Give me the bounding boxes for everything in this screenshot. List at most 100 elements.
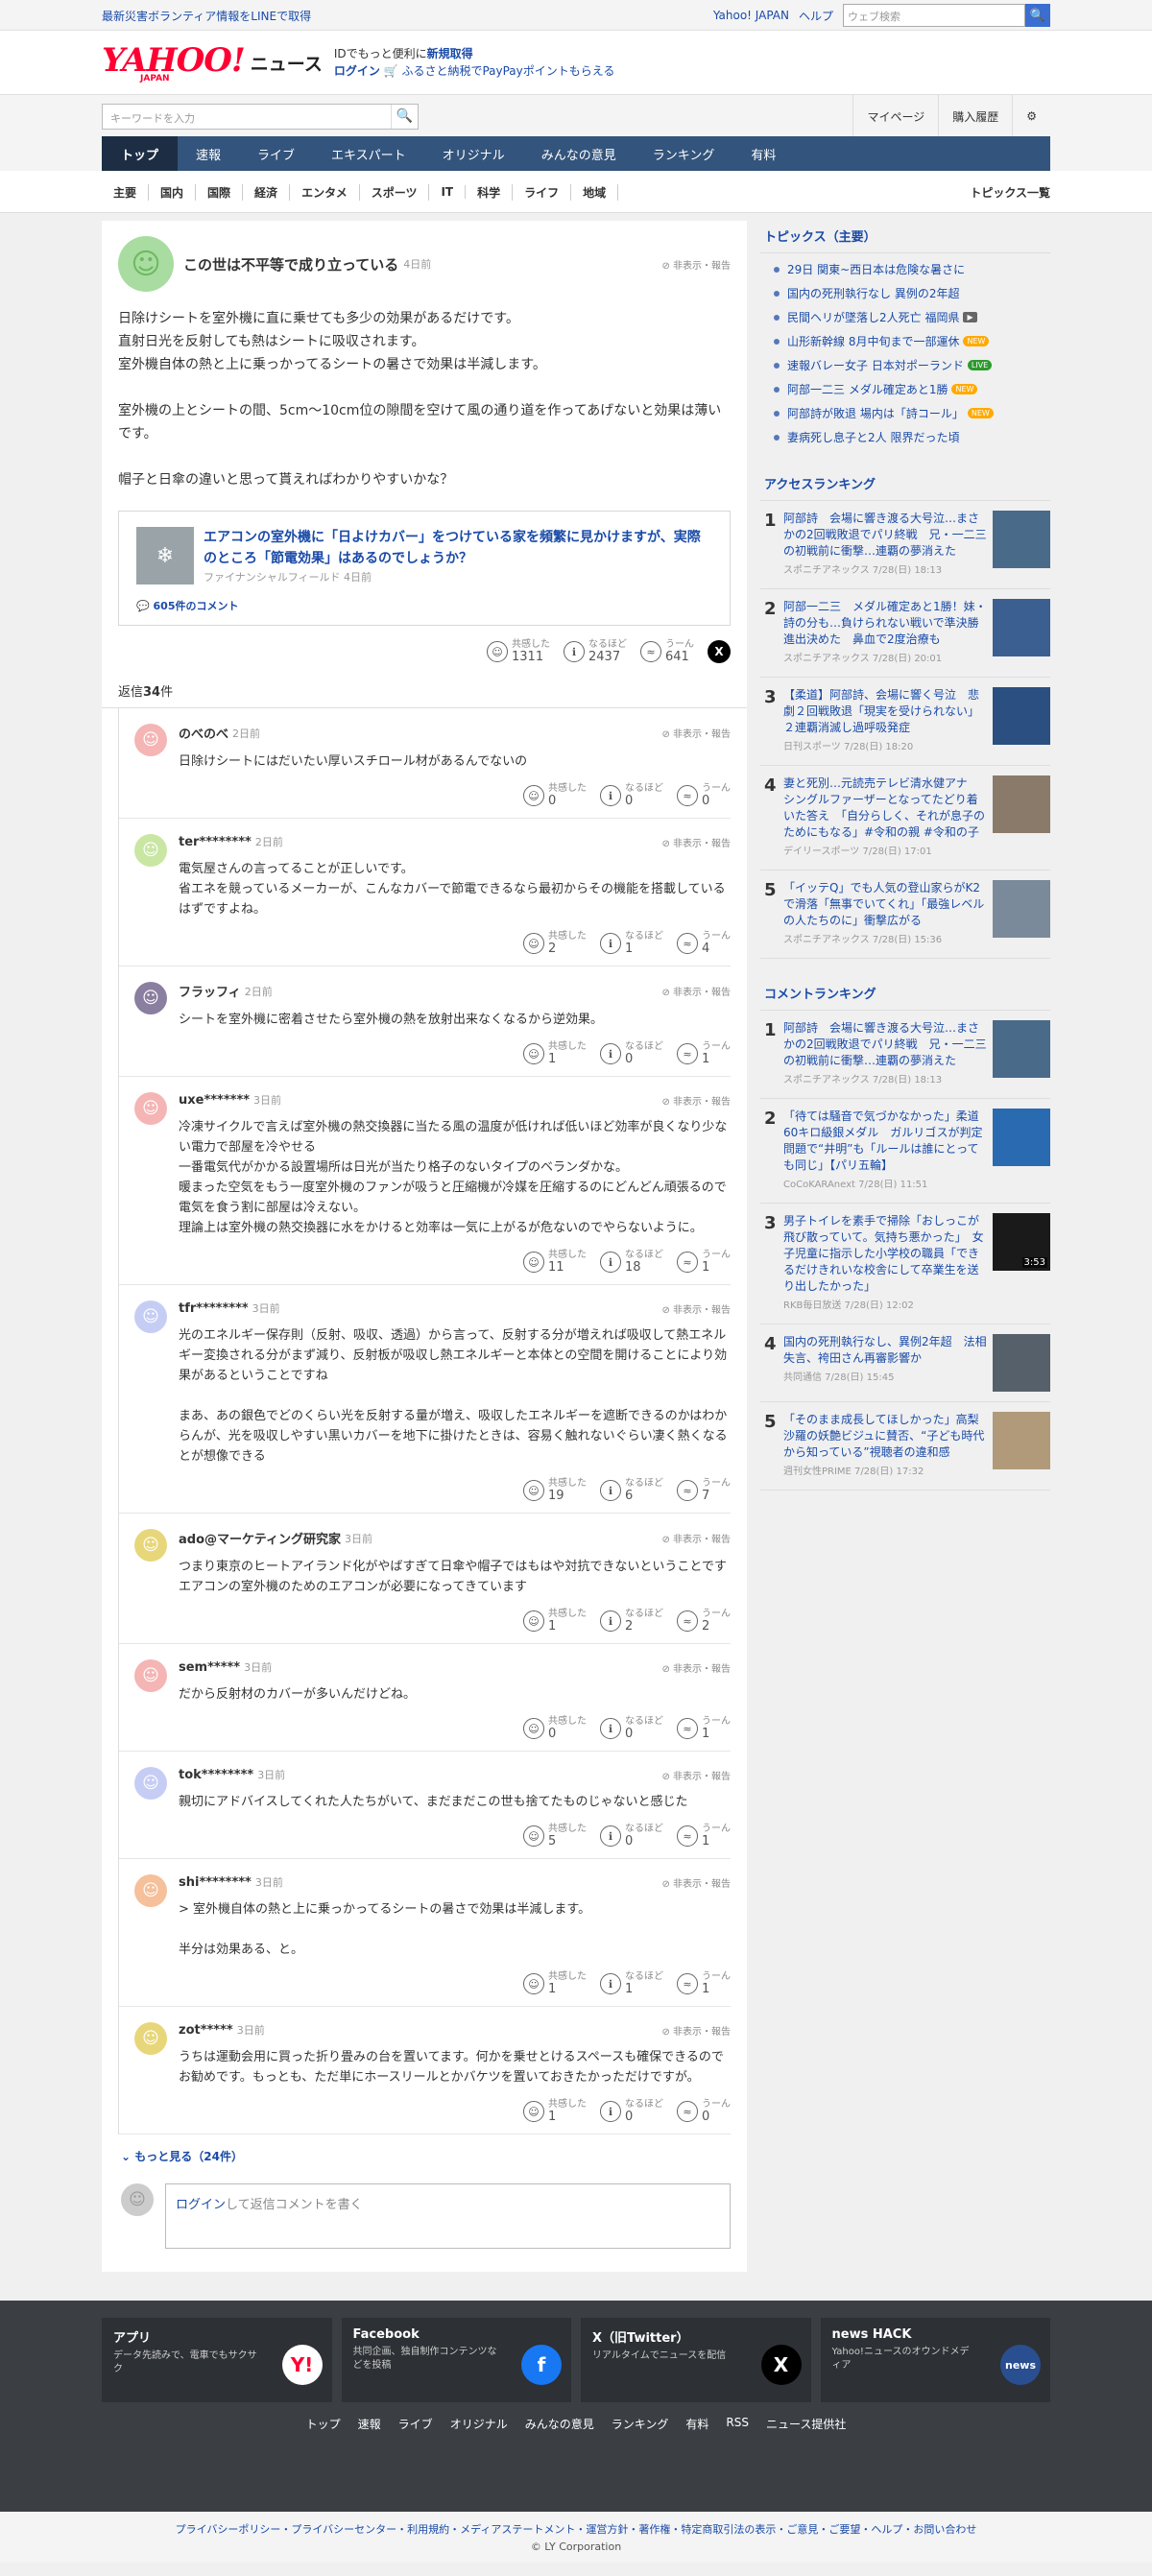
hide-report-link[interactable]: ⊘ 非表示・報告: [661, 835, 731, 849]
empathy-button[interactable]: ☺ 共感した 0: [523, 1716, 587, 1741]
access-ranking-title[interactable]: アクセスランキング: [760, 468, 1050, 501]
topic-item[interactable]: 29日 関東~西日本は危険な暑さに: [760, 257, 1050, 281]
furusato-link[interactable]: ふるさと納税でPayPayポイントもらえる: [401, 64, 614, 78]
naruhodo-button[interactable]: ℹ なるほど 2: [600, 1609, 663, 1634]
login-link[interactable]: ログイン: [334, 64, 380, 78]
ranking-item[interactable]: 4 妻と死別…元読売テレビ清水健アナ シングルファーザーとなってたどり着いた答え …: [760, 766, 1050, 871]
empathy-button[interactable]: ☺ 共感した 1: [523, 1971, 587, 1996]
category-9[interactable]: 地域: [571, 183, 619, 201]
category-8[interactable]: ライフ: [513, 183, 572, 201]
show-more-link[interactable]: ⌄ もっと見る（24件）: [102, 2135, 747, 2178]
gear-icon[interactable]: ⚙: [1012, 95, 1050, 137]
hide-report-link[interactable]: ⊘ 非表示・報告: [661, 1660, 731, 1675]
topic-item[interactable]: 山形新幹線 8月中旬まで一部運休 NEW: [760, 329, 1050, 353]
topics-list-link[interactable]: トピックス一覧: [970, 184, 1050, 201]
disaster-line-link[interactable]: 最新災害ボランティア情報をLINEで取得: [102, 8, 311, 24]
hmm-button[interactable]: ≈ うーん 2: [677, 1609, 731, 1634]
naruhodo-button[interactable]: ℹ なるほど 0: [600, 1824, 663, 1849]
hide-report-link[interactable]: ⊘ 非表示・報告: [661, 1875, 731, 1890]
footer-nav-link[interactable]: ニュース提供社: [766, 2416, 846, 2432]
footer-card[interactable]: Facebook 共同企画、独自制作コンテンツなどを投稿 f: [341, 2318, 571, 2402]
category-5[interactable]: スポーツ: [360, 183, 430, 201]
comment-ranking-title[interactable]: コメントランキング: [760, 978, 1050, 1011]
yahoo-logo[interactable]: YAHOO! JAPAN: [102, 41, 246, 83]
reply-author[interactable]: フラッフィ: [179, 982, 241, 1000]
naruhodo-button[interactable]: ℹ なるほど 0: [600, 2099, 663, 2124]
hmm-button[interactable]: ≈ うーん 641: [640, 639, 694, 664]
empathy-button[interactable]: ☺ 共感した 1311: [487, 639, 550, 664]
ranking-item[interactable]: 3 【柔道】阿部詩、会場に響く号泣 悲劇２回戦敗退「現実を受けられない」２連覇消滅…: [760, 678, 1050, 766]
ranking-item[interactable]: 5 「イッテQ」でも人気の登山家らがK2で滑落「無事でいてくれ」「最強レベルの人た…: [760, 871, 1050, 959]
reply-author[interactable]: tfr********: [179, 1301, 249, 1316]
tab-7[interactable]: 有料: [732, 136, 794, 171]
naruhodo-button[interactable]: ℹ なるほど 18: [600, 1250, 663, 1275]
legal-link-list[interactable]: プライバシーポリシー・プライバシーセンター・利用規約・メディアステートメント・運…: [0, 2521, 1152, 2537]
reply-author[interactable]: sem*****: [179, 1660, 240, 1675]
tab-3[interactable]: エキスパート: [313, 136, 424, 171]
topic-item[interactable]: 阿部詩が敗退 場内は「詩コール」 NEW: [760, 401, 1050, 425]
ranking-item[interactable]: 2 「待ては騒音で気づかなかった」柔道60キロ級銀メダル ガルリゴスが判定問題で“…: [760, 1099, 1050, 1204]
tab-0[interactable]: トップ: [102, 136, 179, 171]
hmm-button[interactable]: ≈ うーん 1: [677, 1041, 731, 1066]
ranking-item[interactable]: 3 男子トイレを素手で掃除「おしっこが飛び散っていて。気持ち悪かった」 女子児童に…: [760, 1204, 1050, 1324]
category-2[interactable]: 国際: [196, 183, 244, 201]
search-icon[interactable]: 🔍: [1025, 4, 1050, 27]
hmm-button[interactable]: ≈ うーん 7: [677, 1478, 731, 1503]
footer-card[interactable]: アプリ データ先読みで、電車でもサクサク Y!: [102, 2318, 332, 2402]
hide-report-link[interactable]: ⊘ 非表示・報告: [661, 726, 731, 740]
reply-author[interactable]: shi********: [179, 1875, 252, 1890]
category-1[interactable]: 国内: [149, 183, 197, 201]
hmm-button[interactable]: ≈ うーん 1: [677, 1250, 731, 1275]
web-search-input[interactable]: ウェブ検索: [843, 4, 1025, 27]
empathy-button[interactable]: ☺ 共感した 0: [523, 783, 587, 808]
topics-title[interactable]: トピックス（主要）: [760, 221, 1050, 253]
footer-nav-link[interactable]: トップ: [306, 2416, 341, 2432]
news-logo-label[interactable]: ニュース: [251, 50, 323, 76]
footer-nav-link[interactable]: RSS: [726, 2416, 749, 2432]
ranking-item[interactable]: 1 阿部詩 会場に響き渡る大号泣…まさかの2回戦敗退でパリ終戦 兄・一二三の初戦前…: [760, 501, 1050, 589]
empathy-button[interactable]: ☺ 共感した 1: [523, 1041, 587, 1066]
ranking-item[interactable]: 4 国内の死刑執行なし、異例2年超 法相失言、袴田さん再審影響か 共同通信 7/28…: [760, 1324, 1050, 1402]
naruhodo-button[interactable]: ℹ なるほど 0: [600, 783, 663, 808]
signup-link[interactable]: 新規取得: [427, 47, 473, 60]
hmm-button[interactable]: ≈ うーん 1: [677, 1716, 731, 1741]
help-link[interactable]: ヘルプ: [799, 8, 833, 24]
tab-4[interactable]: オリジナル: [424, 136, 523, 171]
hide-report-link[interactable]: ⊘ 非表示・報告: [661, 984, 731, 998]
yahoo-japan-link[interactable]: Yahoo! JAPAN: [713, 9, 789, 22]
hmm-button[interactable]: ≈ うーん 1: [677, 1824, 731, 1849]
x-share-icon[interactable]: X: [708, 640, 731, 663]
hmm-button[interactable]: ≈ うーん 4: [677, 931, 731, 956]
keyword-input[interactable]: キーワードを入力: [103, 105, 391, 129]
ranking-item[interactable]: 2 阿部一二三 メダル確定あと1勝！妹・詩の分も…負けられない戦いで準決勝進出決め…: [760, 589, 1050, 678]
footer-card[interactable]: news HACK Yahoo!ニュースのオウンドメディア news: [820, 2318, 1050, 2402]
category-6[interactable]: IT: [429, 185, 467, 199]
naruhodo-button[interactable]: ℹ なるほど 2437: [564, 639, 627, 664]
mypage-link[interactable]: マイページ: [852, 95, 938, 137]
hide-report-link[interactable]: ⊘ 非表示・報告: [661, 1301, 731, 1316]
ranking-item[interactable]: 1 阿部詩 会場に響き渡る大号泣…まさかの2回戦敗退でパリ終戦 兄・一二三の初戦前…: [760, 1011, 1050, 1099]
footer-nav-link[interactable]: ライブ: [398, 2416, 433, 2432]
empathy-button[interactable]: ☺ 共感した 5: [523, 1824, 587, 1849]
reply-input[interactable]: ログインして返信コメントを書く: [165, 2183, 731, 2249]
reply-author[interactable]: のべのべ: [179, 724, 228, 742]
tab-2[interactable]: ライブ: [239, 136, 313, 171]
hide-report-link[interactable]: ⊘ 非表示・報告: [661, 1531, 731, 1545]
topic-item[interactable]: 速報バレー女子 日本対ポーランド LIVE: [760, 353, 1050, 377]
topic-item[interactable]: 阿部一二三 メダル確定あと1勝 NEW: [760, 377, 1050, 401]
empathy-button[interactable]: ☺ 共感した 1: [523, 1609, 587, 1634]
purchase-history-link[interactable]: 購入履歴: [938, 95, 1012, 137]
empathy-button[interactable]: ☺ 共感した 11: [523, 1250, 587, 1275]
topic-item[interactable]: 民間ヘリが墜落し2人死亡 福岡県 ▶: [760, 305, 1050, 329]
empathy-button[interactable]: ☺ 共感した 19: [523, 1478, 587, 1503]
reply-author[interactable]: ter********: [179, 835, 252, 849]
ranking-item[interactable]: 5 「そのまま成長してほしかった」高梨沙羅の妖艶ビジュに賛否、“子ども時代から知っ…: [760, 1402, 1050, 1491]
category-7[interactable]: 科学: [466, 183, 514, 201]
naruhodo-button[interactable]: ℹ なるほど 0: [600, 1041, 663, 1066]
naruhodo-button[interactable]: ℹ なるほど 6: [600, 1478, 663, 1503]
reply-author[interactable]: uxe*******: [179, 1093, 250, 1108]
reply-author[interactable]: zot*****: [179, 2023, 233, 2038]
footer-nav-link[interactable]: みんなの意見: [525, 2416, 594, 2432]
category-3[interactable]: 経済: [243, 183, 291, 201]
article-title[interactable]: エアコンの室外機に「日よけカバー」をつけている家を頻繁に見かけますが、実際のとこ…: [204, 527, 712, 569]
